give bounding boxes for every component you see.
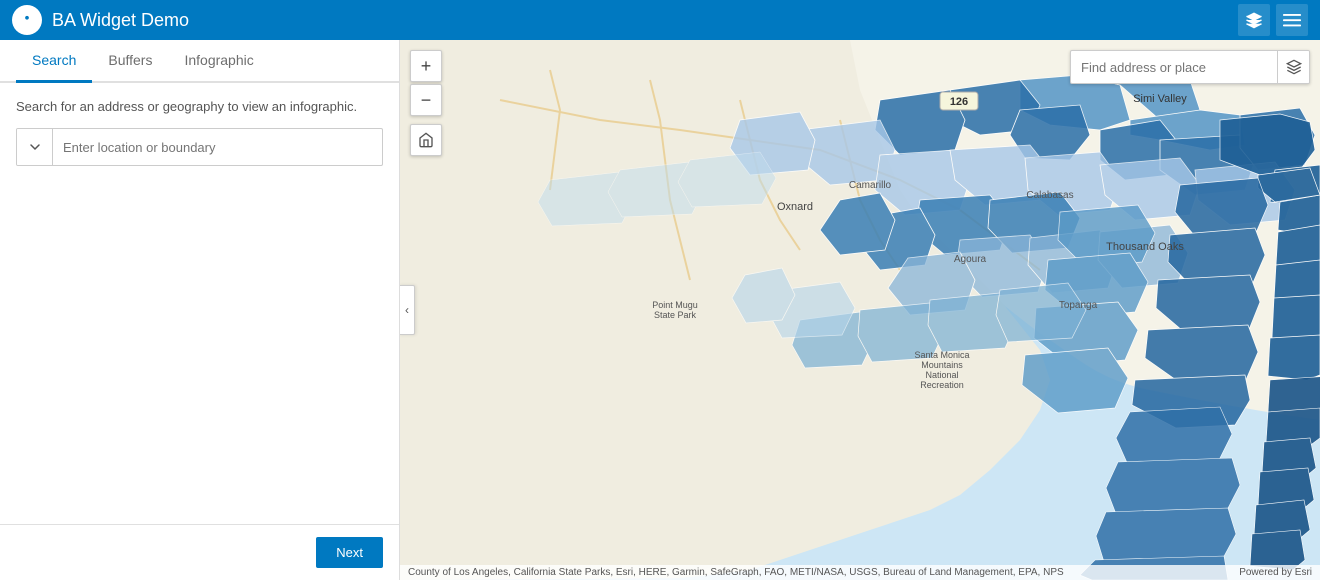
panel-content: Search for an address or geography to vi… <box>0 83 399 524</box>
map-attribution: County of Los Angeles, California State … <box>400 565 1320 580</box>
search-type-dropdown[interactable] <box>17 129 53 165</box>
chevron-left-icon: ‹ <box>405 303 409 317</box>
calabasas-label: Calabasas <box>1026 190 1073 201</box>
next-button[interactable]: Next <box>316 537 383 568</box>
panel-description: Search for an address or geography to vi… <box>16 99 383 114</box>
tab-bar: Search Buffers Infographic <box>0 40 399 83</box>
app-header: BA Widget Demo <box>0 0 1320 40</box>
find-address-input[interactable] <box>1071 53 1277 82</box>
layers-icon <box>1286 59 1302 75</box>
plus-icon: + <box>421 56 432 77</box>
app-logo <box>12 5 42 35</box>
home-button[interactable] <box>410 124 442 156</box>
zoom-out-button[interactable]: − <box>410 84 442 116</box>
left-panel: Search Buffers Infographic Search for an… <box>0 40 400 580</box>
camarillo-label: Camarillo <box>849 180 892 191</box>
santa-monica-label3: National <box>925 370 958 380</box>
main-layout: Search Buffers Infographic Search for an… <box>0 40 1320 580</box>
panel-footer: Next <box>0 524 399 580</box>
map-canvas: 126 Oxnard Simi Valley Thousand Oaks San… <box>400 40 1320 580</box>
menu-button[interactable] <box>1276 4 1308 36</box>
home-icon <box>418 132 434 148</box>
map-controls: + − <box>410 50 442 156</box>
powered-by: Powered by Esri <box>1239 567 1312 578</box>
layers-button[interactable] <box>1238 4 1270 36</box>
map-area: 126 Oxnard Simi Valley Thousand Oaks San… <box>400 40 1320 580</box>
collapse-panel-button[interactable]: ‹ <box>400 285 415 335</box>
logo-icon <box>18 11 36 29</box>
point-mugu-label2: State Park <box>654 310 697 320</box>
point-mugu-label: Point Mugu <box>652 300 698 310</box>
highway-126-label: 126 <box>950 96 968 108</box>
santa-monica-label: Santa Monica <box>914 350 969 360</box>
agoura-label: Agoura <box>954 254 987 265</box>
tab-infographic[interactable]: Infographic <box>168 40 269 83</box>
search-input-row <box>16 128 383 166</box>
location-input[interactable] <box>53 132 382 163</box>
attribution-text: County of Los Angeles, California State … <box>408 567 1064 578</box>
topanga-label: Topanga <box>1059 300 1098 311</box>
header-actions <box>1238 4 1308 36</box>
map-layers-button[interactable] <box>1277 51 1309 83</box>
find-address-bar <box>1070 50 1310 84</box>
menu-icon <box>1283 11 1301 29</box>
chevron-down-icon <box>29 141 41 153</box>
simi-valley-label: Simi Valley <box>1133 93 1187 105</box>
tab-buffers[interactable]: Buffers <box>92 40 168 83</box>
santa-monica-label2: Mountains <box>921 360 963 370</box>
layers-icon <box>1245 11 1263 29</box>
thousand-oaks-label: Thousand Oaks <box>1106 241 1184 253</box>
tab-search[interactable]: Search <box>16 40 92 83</box>
app-title: BA Widget Demo <box>52 10 1228 31</box>
minus-icon: − <box>421 90 432 111</box>
santa-monica-label4: Recreation <box>920 380 964 390</box>
zoom-in-button[interactable]: + <box>410 50 442 82</box>
oxnard-label: Oxnard <box>777 201 813 213</box>
